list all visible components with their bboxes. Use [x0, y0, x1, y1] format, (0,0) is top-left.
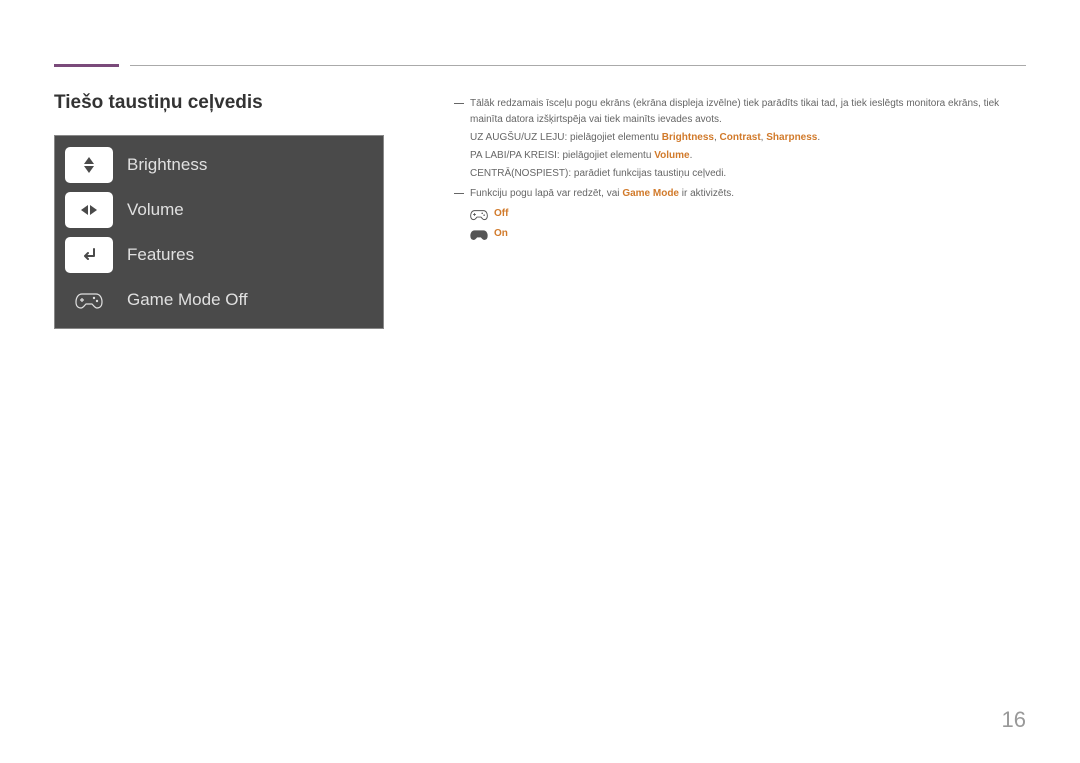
- osd-label-volume: Volume: [127, 200, 184, 220]
- line-center: CENTRĀ(NOSPIEST): parādiet funkcijas tau…: [470, 166, 1026, 182]
- osd-row-volume: Volume: [61, 187, 377, 232]
- leftright-icon: [65, 192, 113, 228]
- gamepad-filled-icon: [470, 228, 488, 241]
- gamepad-icon: [65, 282, 113, 318]
- osd-row-features: Features: [61, 232, 377, 277]
- note2-suffix: ir aktivizēts.: [679, 188, 734, 199]
- osd-row-brightness: Brightness: [61, 142, 377, 187]
- status-off-row: Off: [470, 206, 1026, 222]
- hl-contrast: Contrast: [720, 132, 761, 143]
- status-on-label: On: [494, 226, 508, 242]
- note-1: Tālāk redzamais īsceļu pogu ekrāns (ekrā…: [454, 96, 1026, 128]
- note-1-text: Tālāk redzamais īsceļu pogu ekrāns (ekrā…: [470, 96, 1026, 128]
- hl-sharpness: Sharpness: [766, 132, 817, 143]
- hl-gamemode: Game Mode: [622, 188, 679, 199]
- note-2: Funkciju pogu lapā var redzēt, vai Game …: [454, 186, 1026, 202]
- hl-brightness: Brightness: [662, 132, 714, 143]
- osd-label-brightness: Brightness: [127, 155, 207, 175]
- status-on-row: On: [470, 226, 1026, 242]
- updown-icon: [65, 147, 113, 183]
- osd-row-gamemode: Game Mode Off: [61, 277, 377, 322]
- note2-prefix: Funkciju pogu lapā var redzēt, vai: [470, 188, 622, 199]
- horizontal-rule: [130, 65, 1026, 66]
- updown-prefix: UZ AUGŠU/UZ LEJU: pielāgojiet elementu: [470, 132, 662, 143]
- lr-prefix: PA LABI/PA KREISI: pielāgojiet elementu: [470, 150, 654, 161]
- enter-icon: [65, 237, 113, 273]
- note-2-text: Funkciju pogu lapā var redzēt, vai Game …: [470, 186, 734, 202]
- hl-volume: Volume: [654, 150, 689, 161]
- page-title: Tiešo taustiņu ceļvedis: [54, 92, 263, 114]
- page-number: 16: [1002, 707, 1026, 733]
- osd-label-features: Features: [127, 245, 194, 265]
- osd-panel: Brightness Volume Features Game Mode Off: [54, 135, 384, 329]
- line-updown: UZ AUGŠU/UZ LEJU: pielāgojiet elementu B…: [470, 130, 1026, 146]
- accent-bar: [54, 64, 119, 67]
- description-column: Tālāk redzamais īsceļu pogu ekrāns (ekrā…: [454, 96, 1026, 242]
- status-off-label: Off: [494, 206, 508, 222]
- gamepad-outline-icon: [470, 208, 488, 221]
- osd-label-gamemode: Game Mode Off: [127, 290, 248, 310]
- line-leftright: PA LABI/PA KREISI: pielāgojiet elementu …: [470, 148, 1026, 164]
